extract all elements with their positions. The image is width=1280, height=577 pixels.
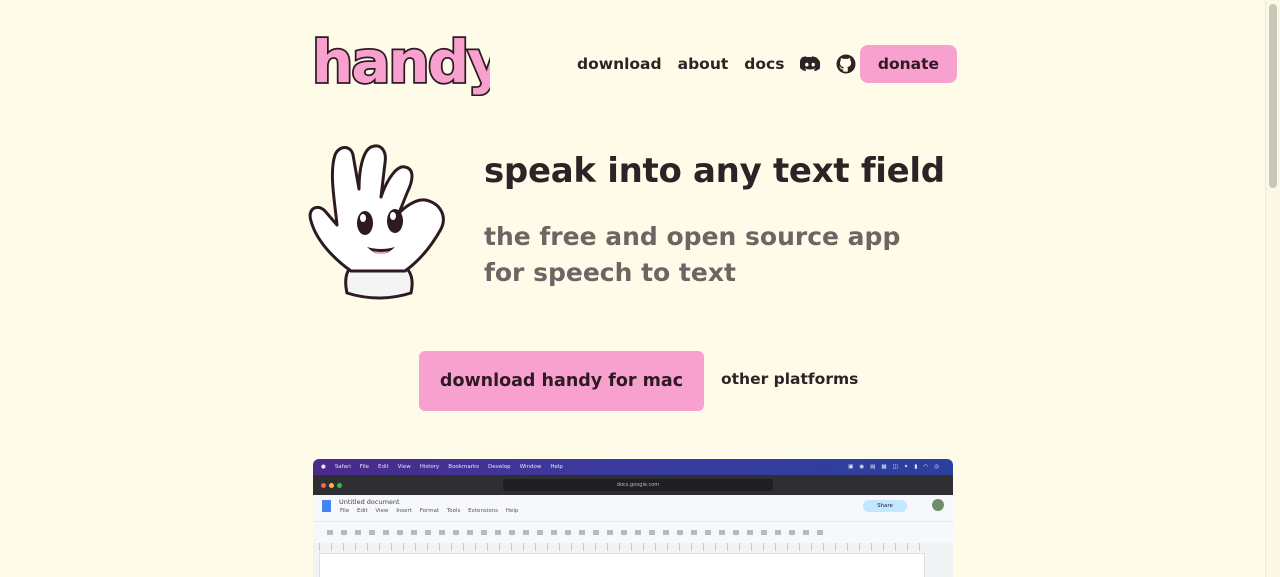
docs-toolbar: [313, 521, 953, 543]
mac-menu-item: Edit: [378, 464, 389, 470]
github-icon[interactable]: [836, 54, 856, 74]
nav-download-link[interactable]: download: [577, 55, 662, 73]
share-button: Share: [863, 500, 907, 512]
doc-menu-item: Edit: [356, 508, 368, 514]
doc-menu-item: Tools: [446, 508, 461, 514]
other-platforms-link[interactable]: other platforms: [721, 370, 858, 388]
mac-menu-item: Help: [550, 464, 563, 470]
doc-menu-item: File: [340, 508, 350, 514]
mac-menu-item: Develop: [488, 464, 511, 470]
docs-canvas: [313, 543, 953, 577]
zoom-window-icon: [337, 482, 342, 488]
doc-menu-item: Help: [505, 508, 519, 514]
doc-menu-item: Insert: [396, 508, 412, 514]
doc-title: Untitled document: [339, 498, 400, 506]
avatar: [932, 499, 944, 511]
mac-menu-item: History: [419, 464, 440, 470]
mac-menu-item: Bookmarks: [448, 464, 480, 470]
hero-headline: speak into any text field: [484, 151, 945, 191]
docs-header: Untitled document File Edit View Insert …: [313, 495, 953, 521]
minimize-window-icon: [329, 482, 334, 488]
handy-logo[interactable]: handy: [308, 26, 508, 98]
doc-menu-item: View: [375, 508, 389, 514]
apple-icon: ●: [321, 464, 326, 470]
url-bar: docs.google.com: [503, 479, 773, 491]
hero-subline: the free and open source app for speech …: [484, 222, 901, 287]
ruler: [319, 543, 929, 551]
download-mac-button[interactable]: download handy for mac: [419, 351, 704, 411]
discord-icon[interactable]: [800, 54, 821, 74]
mac-menu-item: File: [359, 464, 369, 470]
google-docs-icon: [322, 500, 331, 512]
donate-button[interactable]: donate: [860, 45, 957, 83]
mac-menu-item: View: [397, 464, 411, 470]
close-window-icon: [321, 482, 326, 488]
mac-status-icons: ▣ ◉ ▤ ▦ ◫ ✦ ▮ ◠ ◎: [848, 464, 939, 470]
toolbar-icons: [327, 530, 827, 535]
app-screenshot: ● Safari File Edit View History Bookmark…: [313, 459, 953, 577]
safari-toolbar: docs.google.com: [313, 475, 953, 495]
page-scrollbar[interactable]: [1265, 0, 1280, 577]
nav-docs-link[interactable]: docs: [744, 55, 784, 73]
mac-menu-bar: ● Safari File Edit View History Bookmark…: [313, 459, 953, 475]
doc-menu-item: Format: [419, 508, 440, 514]
hand-mascot-illustration: [307, 143, 455, 303]
doc-menu-item: Extensions: [468, 508, 499, 514]
logo-wordmark: handy: [312, 30, 490, 96]
main-nav: download about docs: [577, 45, 872, 83]
nav-about-link[interactable]: about: [678, 55, 729, 73]
scrollbar-thumb[interactable]: [1269, 4, 1277, 188]
document-page: [319, 553, 925, 577]
mac-menu-item: Safari: [334, 464, 351, 470]
doc-menu: File Edit View Insert Format Tools Exten…: [340, 508, 524, 514]
mac-menu-item: Window: [519, 464, 542, 470]
